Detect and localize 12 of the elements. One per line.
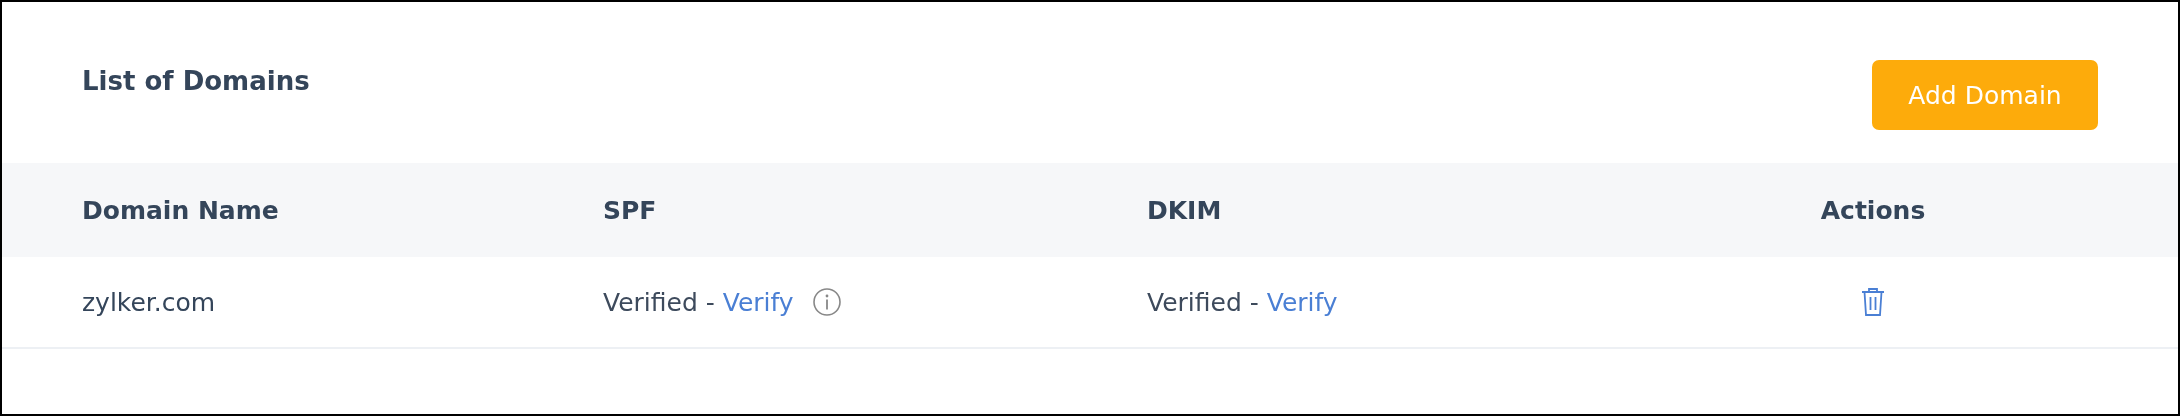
- verify-link[interactable]: Verify: [1266, 287, 1338, 317]
- domain-name: zylker.com: [82, 287, 217, 317]
- column-header: Actions: [1820, 195, 1926, 225]
- status-text: Verified -: [1147, 287, 1259, 317]
- column-header: DKIM: [1147, 195, 1223, 225]
- panel-title: List of Domains: [82, 66, 310, 96]
- delete-icon[interactable]: [1860, 287, 1886, 317]
- column-header: SPF: [603, 195, 658, 225]
- column-header: Domain Name: [82, 195, 280, 225]
- status-text: Verified -: [603, 287, 715, 317]
- info-icon[interactable]: [811, 287, 842, 317]
- verify-link[interactable]: Verify: [722, 287, 794, 317]
